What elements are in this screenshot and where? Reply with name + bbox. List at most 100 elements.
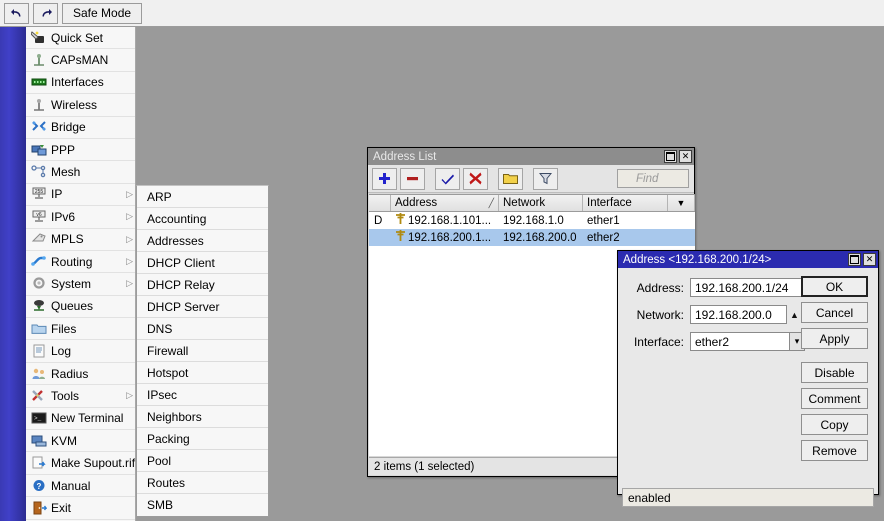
sidebar-item-ipv6[interactable]: v6 IPv6 ▷ (26, 206, 135, 229)
sidebar-item-mesh[interactable]: Mesh (26, 161, 135, 184)
sidebar-item-manual[interactable]: ? Manual (26, 475, 135, 498)
row-address-text: 192.168.200.1... (408, 231, 492, 244)
column-header-interface[interactable]: Interface (583, 195, 668, 211)
sidebar-item-ip[interactable]: 255 IP ▷ (26, 184, 135, 207)
close-icon[interactable]: ✕ (863, 253, 876, 266)
funnel-filter-icon[interactable] (533, 167, 558, 190)
network-input[interactable]: 192.168.200.0 (690, 305, 787, 324)
submenu-item-accounting[interactable]: Accounting (137, 208, 268, 230)
bridge-icon (30, 120, 47, 135)
check-icon[interactable] (435, 167, 460, 190)
maximize-icon[interactable] (848, 253, 861, 266)
address-list-toolbar: Find (368, 165, 694, 193)
column-header-network[interactable]: Network (499, 195, 583, 211)
ip-submenu: ARP Accounting Addresses DHCP Client DHCP Re… (136, 185, 269, 517)
sidebar-item-exit[interactable]: Exit (26, 497, 135, 520)
submenu-item-label: ARP (147, 189, 172, 204)
sidebar-item-new-terminal[interactable]: >_ New Terminal (26, 408, 135, 431)
submenu-item-firewall[interactable]: Firewall (137, 340, 268, 362)
undo-arrow-icon[interactable] (4, 2, 29, 24)
sidebar-item-bridge[interactable]: Bridge (26, 117, 135, 139)
submenu-item-label: DNS (147, 321, 173, 336)
submenu-item-label: Neighbors (147, 409, 202, 424)
submenu-item-dhcp-server[interactable]: DHCP Server (137, 296, 268, 318)
cancel-button[interactable]: Cancel (801, 302, 868, 323)
apply-button[interactable]: Apply (801, 328, 868, 349)
main-toolbar: Safe Mode (0, 0, 884, 27)
supout-icon (30, 456, 47, 471)
sidebar-item-label: Quick Set (51, 30, 104, 45)
interfaces-icon (30, 75, 47, 90)
sidebar-item-queues[interactable]: Queues (26, 296, 135, 319)
column-header-flags[interactable] (369, 195, 391, 211)
sidebar-item-wireless[interactable]: Wireless (26, 94, 135, 117)
submenu-item-smb[interactable]: SMB (137, 494, 268, 516)
column-header-address[interactable]: Address ╱ (391, 195, 499, 211)
close-icon[interactable]: ✕ (679, 150, 692, 163)
sidebar-item-radius[interactable]: Radius (26, 363, 135, 386)
sidebar-item-interfaces[interactable]: Interfaces (26, 72, 135, 95)
submenu-item-packing[interactable]: Packing (137, 428, 268, 450)
address-dialog-titlebar[interactable]: Address <192.168.200.1/24> ✕ (618, 251, 878, 268)
submenu-item-neighbors[interactable]: Neighbors (137, 406, 268, 428)
sidebar-item-mpls[interactable]: MPLS ▷ (26, 229, 135, 251)
sidebar-item-quick-set[interactable]: Quick Set (26, 27, 135, 50)
ok-button[interactable]: OK (801, 276, 868, 297)
table-row[interactable]: D 192.168.1.101... 192.168.1.0 ether1 (369, 212, 695, 229)
kvm-icon (30, 433, 47, 448)
comment-note-icon[interactable] (498, 167, 523, 190)
arrow-up-icon[interactable]: ▲ (787, 305, 802, 324)
table-row[interactable]: 192.168.200.1... 192.168.200.0 ether2 (369, 229, 695, 246)
submenu-item-dns[interactable]: DNS (137, 318, 268, 340)
main-menu-sidebar: Quick Set CAPsMAN Interfaces Wireless Bridge… (26, 27, 136, 521)
redo-arrow-icon[interactable] (33, 2, 58, 24)
submenu-item-label: SMB (147, 498, 174, 512)
submenu-arrow-icon: ▷ (126, 256, 133, 267)
submenu-item-addresses[interactable]: Addresses (137, 230, 268, 252)
sidebar-item-ppp[interactable]: PPP (26, 139, 135, 162)
submenu-item-dhcp-relay[interactable]: DHCP Relay (137, 274, 268, 296)
plus-icon[interactable] (372, 167, 397, 190)
copy-button[interactable]: Copy (801, 414, 868, 435)
sidebar-item-capsman[interactable]: CAPsMAN (26, 49, 135, 72)
submenu-item-dhcp-client[interactable]: DHCP Client (137, 252, 268, 274)
address-field-label: Address: (636, 280, 684, 295)
sidebar-item-label: Exit (51, 500, 72, 515)
submenu-item-label: Packing (147, 431, 190, 446)
column-header-address-label: Address (395, 197, 438, 209)
safe-mode-button[interactable]: Safe Mode (62, 2, 143, 24)
row-network-cell: 192.168.200.0 (503, 231, 577, 244)
minus-icon[interactable] (400, 167, 425, 190)
interface-field-row: Interface: ether2 ▾ (628, 332, 805, 351)
sidebar-item-system[interactable]: System ▷ (26, 273, 135, 296)
sidebar-item-label: New Terminal (51, 411, 124, 426)
sidebar-item-tools[interactable]: Tools ▷ (26, 385, 135, 408)
submenu-item-hotspot[interactable]: Hotspot (137, 362, 268, 384)
maximize-icon[interactable] (664, 150, 677, 163)
find-input[interactable]: Find (617, 169, 689, 188)
network-field-row: Network: 192.168.200.0 ▲ (628, 305, 802, 324)
address-list-titlebar[interactable]: Address List ✕ (368, 148, 694, 165)
submenu-item-ipsec[interactable]: IPsec (137, 384, 268, 406)
interface-input[interactable]: ether2 (690, 332, 790, 351)
sidebar-item-files[interactable]: Files (26, 318, 135, 341)
submenu-item-arp[interactable]: ARP (137, 186, 268, 208)
row-address-cell: 192.168.1.101... (391, 213, 499, 228)
comment-button[interactable]: Comment (801, 388, 868, 409)
sidebar-item-label: Radius (51, 366, 89, 381)
submenu-item-routes[interactable]: Routes (137, 472, 268, 494)
cross-icon[interactable] (463, 167, 488, 190)
submenu-item-pool[interactable]: Pool (137, 450, 268, 472)
sidebar-item-routing[interactable]: Routing ▷ (26, 251, 135, 274)
tools-icon (30, 388, 47, 403)
column-chooser-button[interactable]: ▼ (668, 195, 695, 211)
table-header-row: Address ╱ Network Interface ▼ (369, 195, 695, 212)
routing-icon (30, 254, 47, 269)
sidebar-item-kvm[interactable]: KVM (26, 430, 135, 453)
quick-set-icon (30, 30, 47, 45)
disable-button[interactable]: Disable (801, 362, 868, 383)
sidebar-item-log[interactable]: Log (26, 340, 135, 363)
remove-button[interactable]: Remove (801, 440, 868, 461)
address-input[interactable]: 192.168.200.1/24 (690, 278, 805, 297)
sidebar-item-make-supout-rif[interactable]: Make Supout.rif (26, 452, 135, 475)
